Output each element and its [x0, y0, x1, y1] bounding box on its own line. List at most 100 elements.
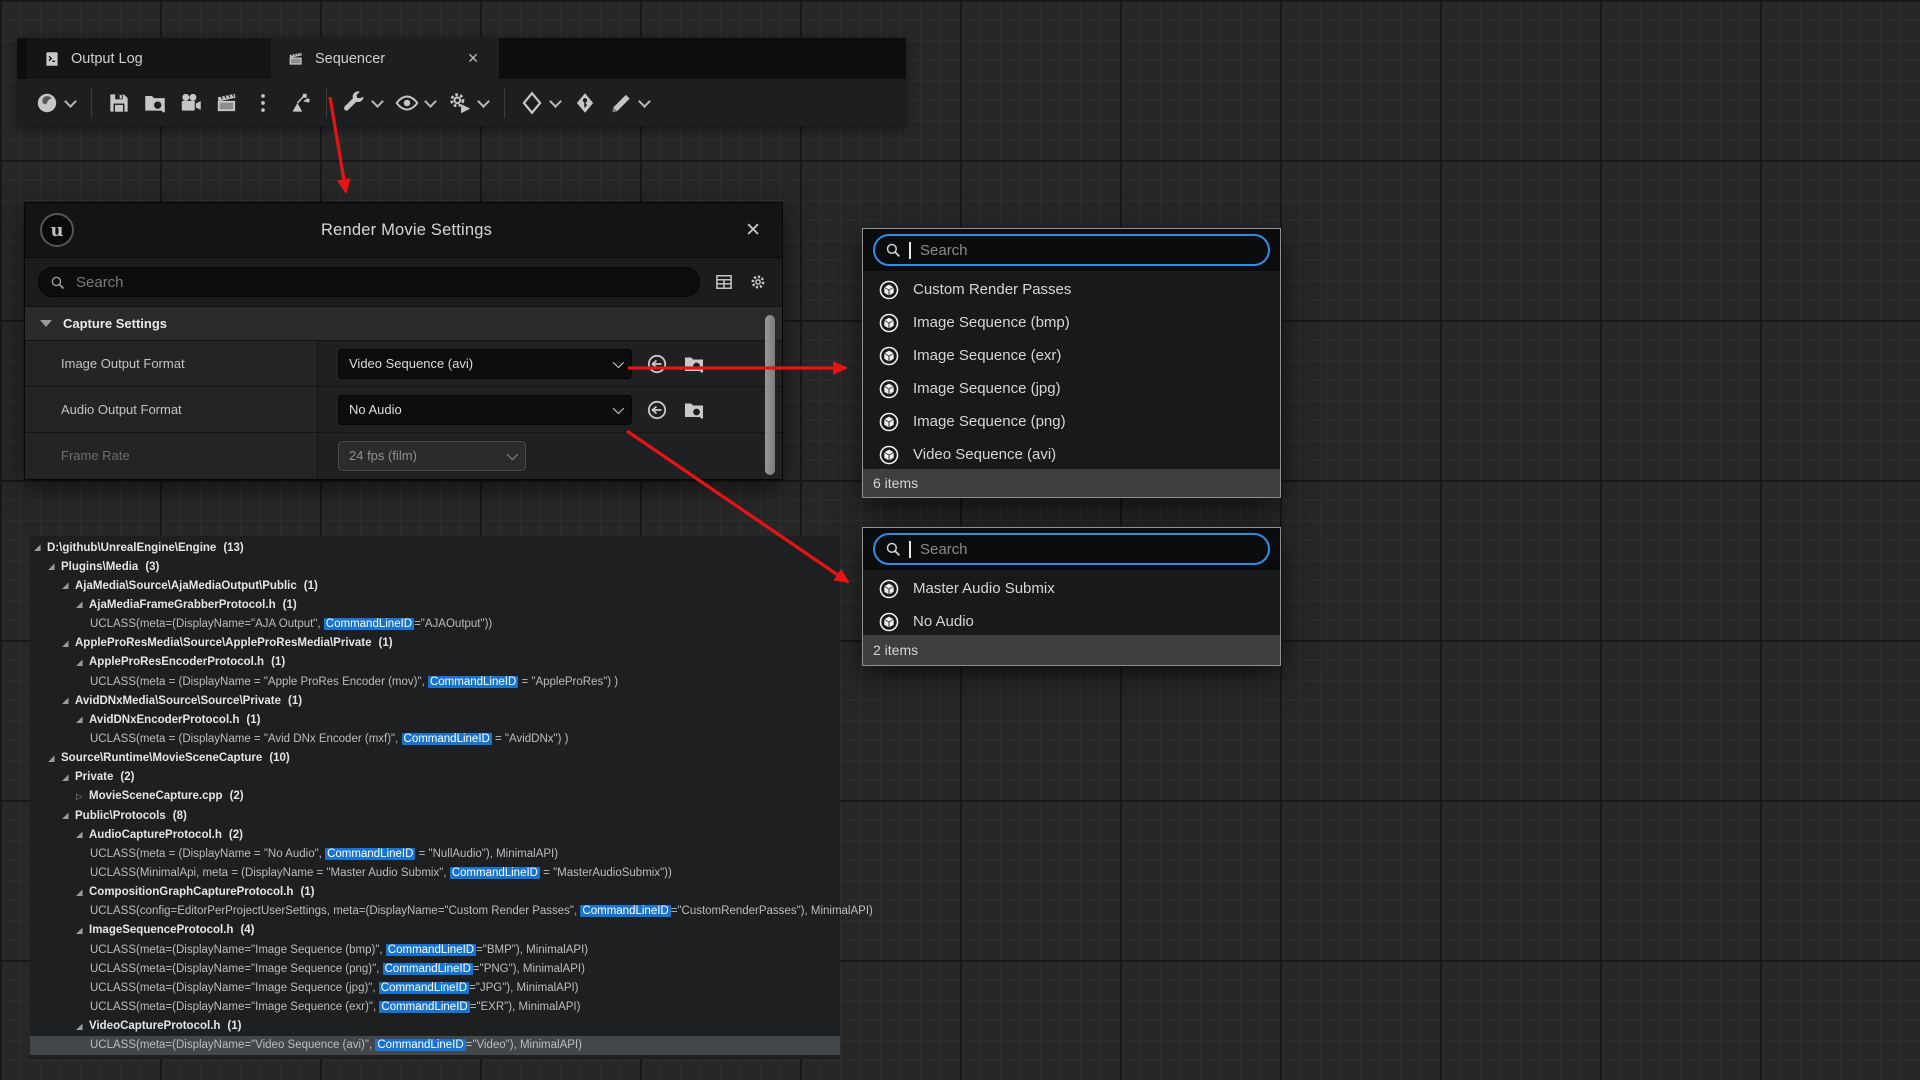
node-tree-button[interactable] [281, 87, 317, 119]
settings-search-box[interactable] [38, 267, 700, 297]
render-movie-button[interactable] [209, 87, 245, 119]
expanded-arrow-icon[interactable] [62, 580, 75, 591]
tree-node-row[interactable]: MovieSceneCapture.cpp(2) [30, 787, 840, 806]
audio-output-format-dropdown[interactable]: No Audio [338, 395, 632, 425]
view-mode-button[interactable] [714, 272, 734, 292]
expanded-arrow-icon[interactable] [34, 542, 47, 553]
expanded-arrow-icon[interactable] [76, 829, 89, 840]
expanded-arrow-icon[interactable] [62, 638, 75, 649]
popup-search-box[interactable] [873, 234, 1270, 266]
image-format-popup: Custom Render Passes Image Sequence (bmp… [862, 228, 1281, 498]
find-in-content-browser-button[interactable] [137, 87, 173, 119]
list-item[interactable]: No Audio [863, 605, 1280, 638]
tree-node-row[interactable]: CompositionGraphCaptureProtocol.h(1) [30, 883, 840, 902]
code-result-row[interactable]: UCLASS(meta=(DisplayName="Image Sequence… [30, 978, 840, 997]
view-options-button[interactable] [389, 87, 442, 119]
popup-search-input[interactable] [918, 241, 1259, 260]
code-result-row[interactable]: UCLASS(config=EditorPerProjectUserSettin… [30, 902, 840, 921]
dialog-close-button[interactable]: ✕ [739, 219, 767, 242]
tree-node-row[interactable]: Source\Runtime\MovieSceneCapture(10) [30, 749, 840, 768]
expanded-arrow-icon[interactable] [62, 772, 75, 783]
playback-options-button[interactable] [442, 87, 495, 119]
capture-settings-section[interactable]: Capture Settings [25, 306, 782, 340]
tree-node-row[interactable]: Public\Protocols(8) [30, 806, 840, 825]
tree-node-row[interactable]: AvidDNxMedia\Source\Source\Private(1) [30, 691, 840, 710]
code-result-row[interactable]: UCLASS(meta = (DisplayName = "Avid DNx E… [30, 729, 840, 748]
chevron-down-icon [638, 95, 651, 108]
tree-node-row[interactable]: Private(2) [30, 768, 840, 787]
tree-node-row[interactable]: Plugins\Media(3) [30, 557, 840, 576]
expanded-arrow-icon[interactable] [48, 561, 61, 572]
expanded-arrow-icon[interactable] [48, 753, 61, 764]
list-item[interactable]: Image Sequence (exr) [863, 339, 1280, 372]
world-icon [34, 90, 60, 116]
world-button[interactable] [29, 87, 82, 119]
expanded-arrow-icon[interactable] [62, 810, 75, 821]
tree-node-row[interactable]: AppleProResMedia\Source\AppleProResMedia… [30, 634, 840, 653]
more-options-button[interactable] [245, 87, 281, 119]
setting-label: Audio Output Format [25, 387, 318, 432]
tree-node-row[interactable]: AudioCaptureProtocol.h(2) [30, 825, 840, 844]
auto-key-button[interactable] [567, 87, 603, 119]
eye-icon [394, 90, 420, 116]
tree-node-row[interactable]: D:\github\UnrealEngine\Engine(13) [30, 538, 840, 557]
tab-sequencer[interactable]: Sequencer ✕ [271, 38, 499, 79]
code-result-row[interactable]: UCLASS(meta=(DisplayName="Image Sequence… [30, 997, 840, 1016]
setting-label: Image Output Format [25, 341, 318, 386]
code-result-row[interactable]: UCLASS(meta=(DisplayName="Video Sequence… [30, 1036, 840, 1055]
list-item[interactable]: Video Sequence (avi) [863, 438, 1280, 471]
code-result-row[interactable]: UCLASS(MinimalApi, meta = (DisplayName =… [30, 863, 840, 882]
save-button[interactable] [101, 87, 137, 119]
dialog-scrollbar[interactable] [765, 315, 775, 475]
image-output-format-dropdown[interactable]: Video Sequence (avi) [338, 349, 632, 379]
sequencer-toolbar [17, 79, 906, 126]
curve-edit-button[interactable] [603, 87, 656, 119]
tree-node-row[interactable]: AjaMedia\Source\AjaMediaOutput\Public(1) [30, 576, 840, 595]
dialog-title-bar[interactable]: u Render Movie Settings ✕ [25, 203, 782, 258]
tree-node-row[interactable]: AppleProResEncoderProtocol.h(1) [30, 653, 840, 672]
expanded-arrow-icon[interactable] [76, 925, 89, 936]
toolbar-divider [326, 88, 327, 118]
expanded-arrow-icon[interactable] [76, 1021, 89, 1032]
list-item-label: Image Sequence (exr) [913, 347, 1061, 364]
code-result-row[interactable]: UCLASS(meta=(DisplayName="AJA Output", C… [30, 615, 840, 634]
tree-node-row[interactable]: ImageSequenceProtocol.h(4) [30, 921, 840, 940]
expanded-arrow-icon[interactable] [76, 657, 89, 668]
tab-close-button[interactable]: ✕ [463, 50, 483, 67]
reset-to-default-button[interactable] [645, 352, 669, 376]
expanded-arrow-icon[interactable] [62, 695, 75, 706]
keyframe-options-button[interactable] [514, 87, 567, 119]
list-item[interactable]: Image Sequence (jpg) [863, 372, 1280, 405]
expanded-arrow-icon[interactable] [76, 714, 89, 725]
list-item-label: Custom Render Passes [913, 281, 1071, 298]
code-result-row[interactable]: UCLASS(meta = (DisplayName = "No Audio",… [30, 844, 840, 863]
sequencer-window: Output Log Sequencer ✕ [17, 38, 906, 126]
list-item[interactable]: Custom Render Passes [863, 273, 1280, 306]
search-icon [884, 540, 902, 558]
frame-rate-dropdown: 24 fps (film) [338, 441, 526, 471]
settings-search-input[interactable] [74, 273, 689, 292]
expanded-arrow-icon[interactable] [76, 887, 89, 898]
code-result-row[interactable]: UCLASS(meta=(DisplayName="Image Sequence… [30, 940, 840, 959]
items-count-footer: 2 items [863, 635, 1280, 665]
code-result-row[interactable]: UCLASS(meta = (DisplayName = "Apple ProR… [30, 672, 840, 691]
settings-button[interactable] [748, 272, 768, 292]
popup-search-input[interactable] [918, 540, 1259, 559]
code-result-row[interactable]: UCLASS(meta=(DisplayName="Image Sequence… [30, 959, 840, 978]
collapsed-arrow-icon[interactable] [76, 791, 89, 802]
expanded-arrow-icon[interactable] [76, 599, 89, 610]
tree-node-row[interactable]: AvidDNxEncoderProtocol.h(1) [30, 710, 840, 729]
create-camera-button[interactable] [173, 87, 209, 119]
tree-node-row[interactable]: AjaMediaFrameGrabberProtocol.h(1) [30, 595, 840, 614]
popup-search-box[interactable] [873, 533, 1270, 565]
tab-label: Output Log [71, 51, 143, 67]
browse-button[interactable] [682, 352, 706, 376]
tools-button[interactable] [336, 87, 389, 119]
tab-output-log[interactable]: Output Log [27, 38, 271, 79]
list-item[interactable]: Master Audio Submix [863, 572, 1280, 605]
reset-to-default-button[interactable] [645, 398, 669, 422]
list-item[interactable]: Image Sequence (bmp) [863, 306, 1280, 339]
tree-node-row[interactable]: VideoCaptureProtocol.h(1) [30, 1017, 840, 1036]
browse-button[interactable] [682, 398, 706, 422]
list-item[interactable]: Image Sequence (png) [863, 405, 1280, 438]
